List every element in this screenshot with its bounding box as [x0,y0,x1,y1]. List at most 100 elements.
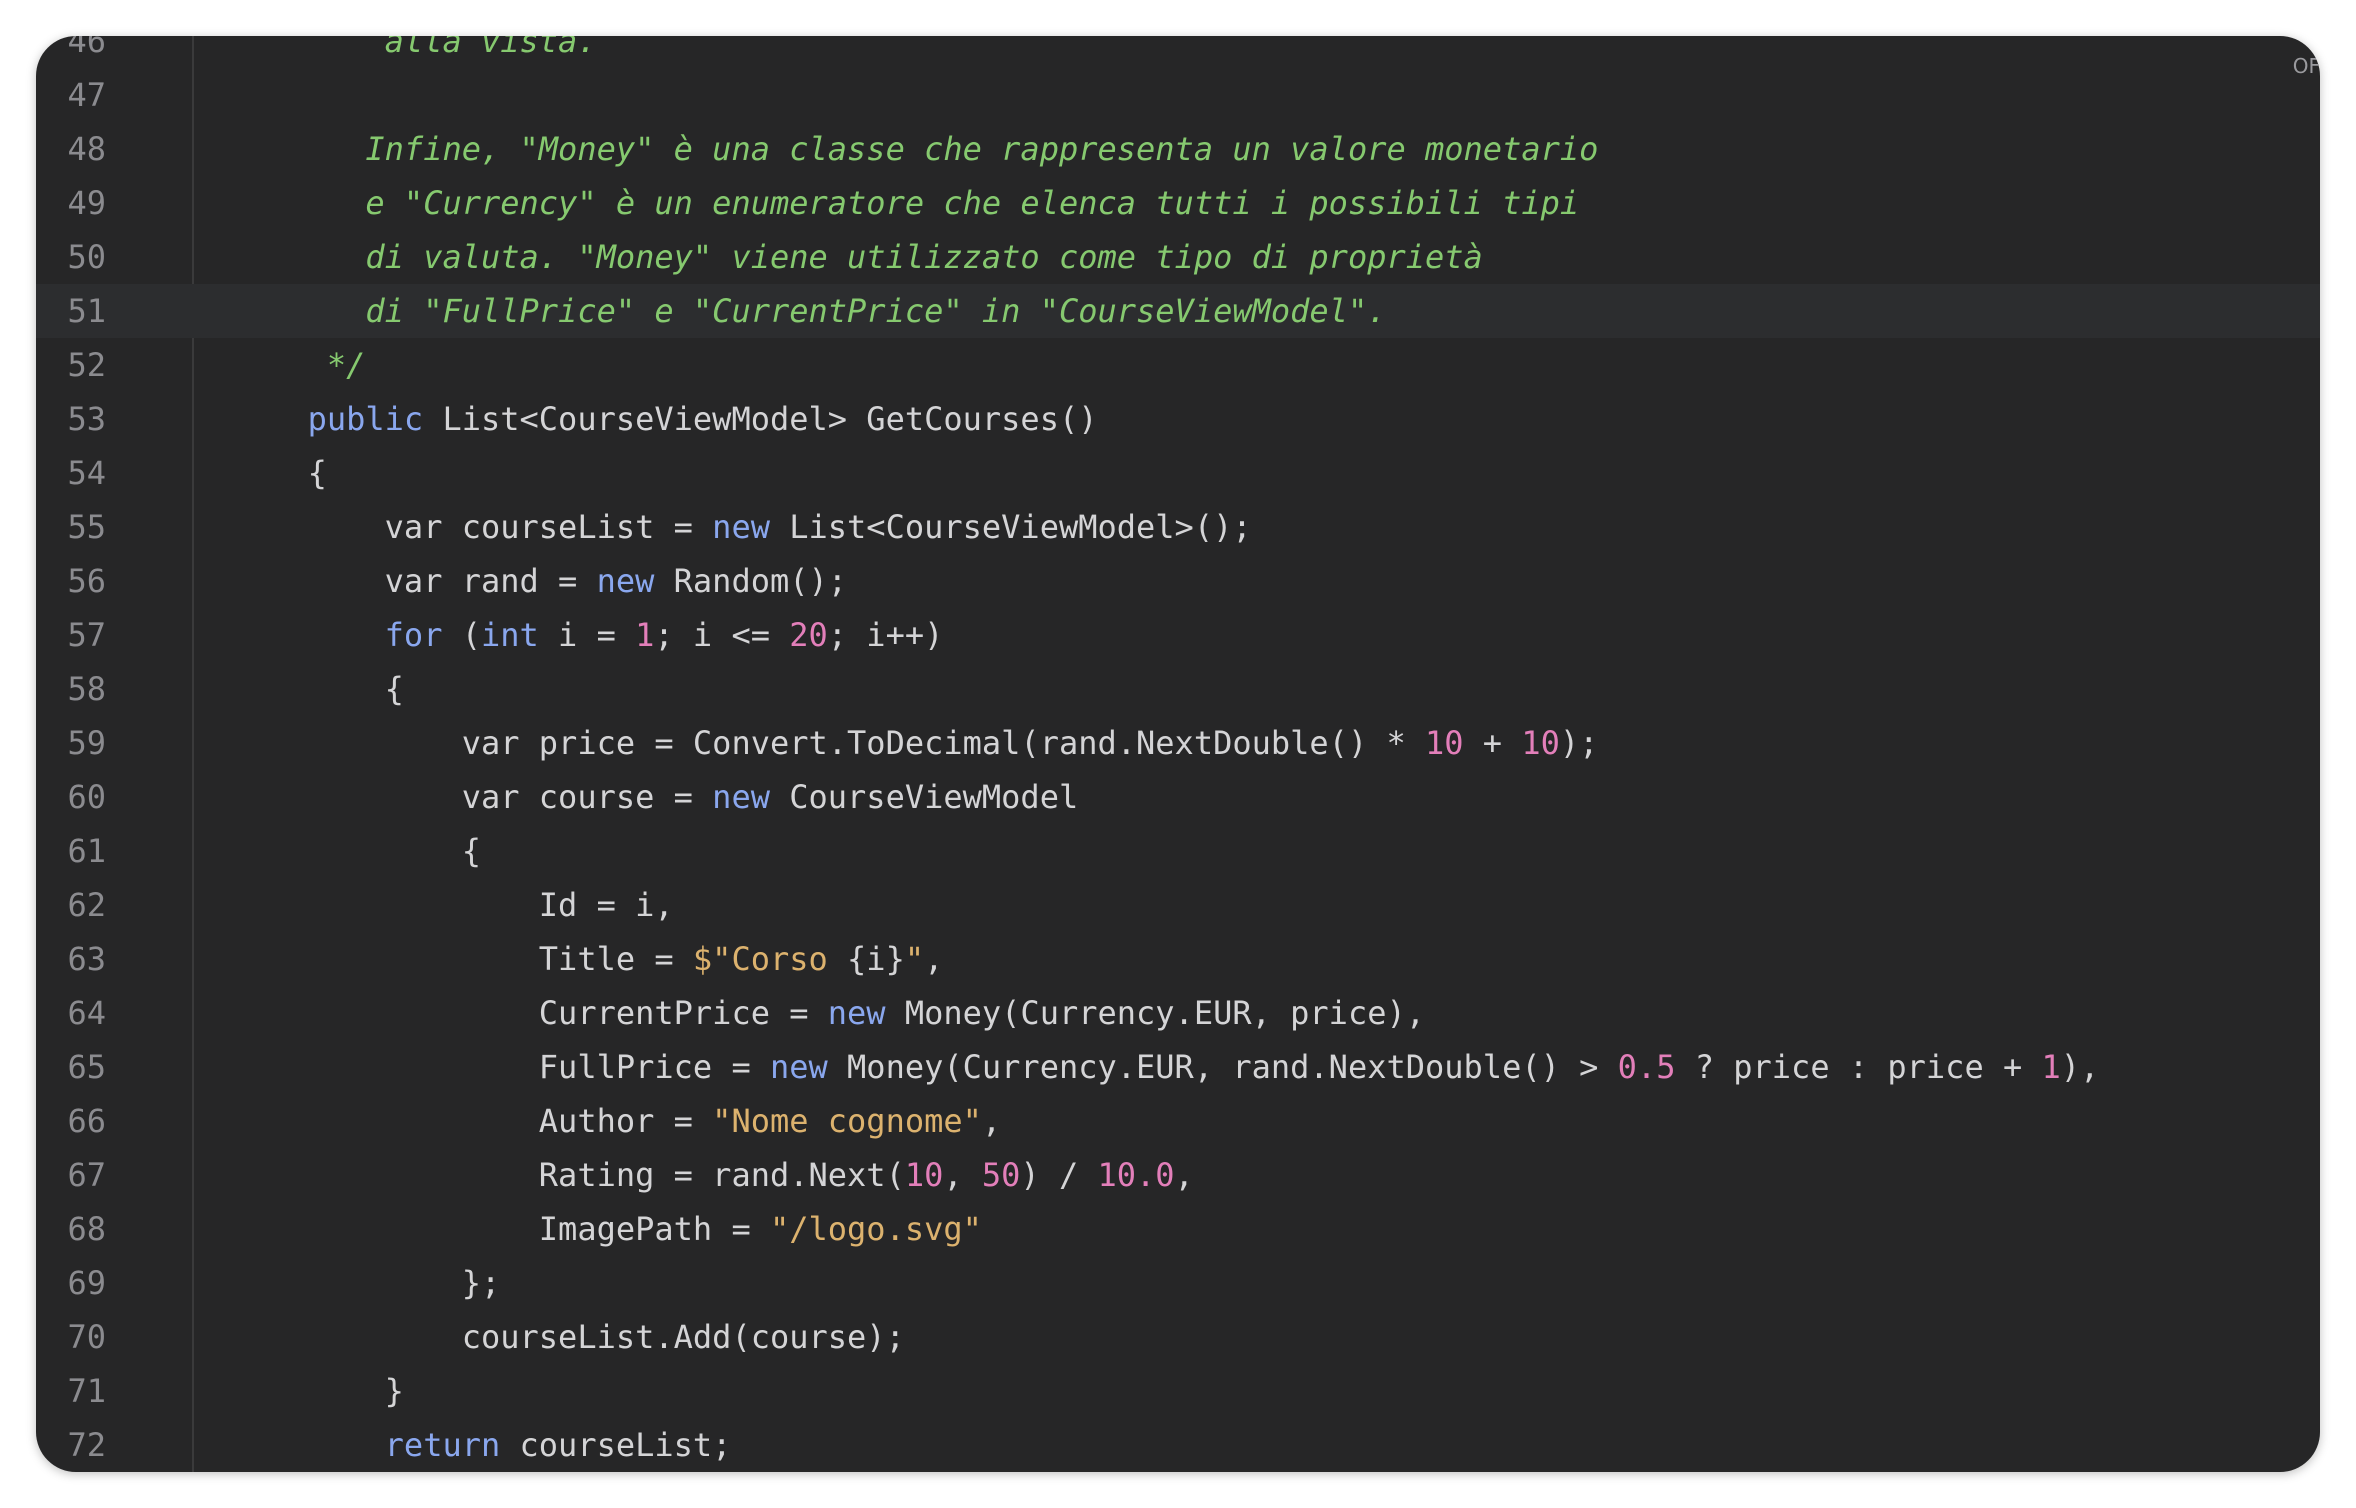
code-line[interactable]: 68 ImagePath = "/logo.svg" [36,1202,2320,1256]
code-line[interactable]: 65 FullPrice = new Money(Currency.EUR, r… [36,1040,2320,1094]
code-line[interactable]: 49 e "Currency" è un enumeratore che ele… [36,176,2320,230]
line-number: 51 [67,292,106,330]
code-line[interactable]: 61 { [36,824,2320,878]
code-token: }; [192,1264,501,1302]
code-text: ImagePath = "/logo.svg" [192,1202,982,1256]
code-token: , [981,1102,1002,1140]
code-token: di "FullPrice" e "CurrentPrice" in "Cour… [192,292,1387,330]
code-text: Infine, "Money" è una classe che rappres… [192,122,1598,176]
line-number: 67 [67,1156,106,1194]
line-number: 68 [67,1210,106,1248]
line-number: 61 [67,832,106,870]
code-token: ImagePath = [192,1210,770,1248]
code-token: 20 [789,616,828,654]
code-token: Author = [192,1102,713,1140]
code-token: e "Currency" è un enumeratore che elenca… [192,184,1580,222]
code-token: 0.5 [1617,1048,1676,1086]
code-token: ? price : price + [1675,1048,2042,1086]
code-token: List<CourseViewModel>(); [769,508,1252,546]
code-line[interactable]: 71 } [36,1364,2320,1418]
code-token: ( [442,616,481,654]
line-number: 53 [67,400,106,438]
code-line[interactable]: 46 alla vista. [36,36,2320,68]
code-line[interactable]: 48 Infine, "Money" è una classe che rapp… [36,122,2320,176]
code-line[interactable]: 67 Rating = rand.Next(10, 50) / 10.0, [36,1148,2320,1202]
code-token: 10 [904,1156,944,1194]
code-line[interactable]: 70 courseList.Add(course); [36,1310,2320,1364]
code-line[interactable]: 58 { [36,662,2320,716]
line-number: 46 [67,36,106,60]
code-token: Money(Currency.EUR, price), [885,994,1425,1032]
line-number: 69 [67,1264,106,1302]
code-token: return [384,1426,501,1464]
code-token: di valuta. "Money" viene utilizzato come… [192,238,1483,276]
code-line[interactable]: 66 Author = "Nome cognome", [36,1094,2320,1148]
code-line[interactable]: 63 Title = $"Corso {i}", [36,932,2320,986]
line-number: 66 [67,1102,106,1140]
code-text: } [192,1364,404,1418]
code-line[interactable]: 60 var course = new CourseViewModel [36,770,2320,824]
code-token: + [1463,724,1522,762]
line-number: 58 [67,670,106,708]
code-line[interactable]: 55 var courseList = new List<CourseViewM… [36,500,2320,554]
code-token: var courseList = [192,508,713,546]
code-token: var rand = [192,562,597,600]
code-token: Title = [192,940,693,978]
code-line[interactable]: 62 Id = i, [36,878,2320,932]
code-token: , [924,940,944,978]
line-number: 57 [67,616,106,654]
code-text: { [192,446,327,500]
code-text: var courseList = new List<CourseViewMode… [192,500,1252,554]
code-editor-window: 46 alla vista. 47 48 Infine, "Money" è una… [36,36,2320,1472]
code-text: e "Currency" è un enumeratore che elenca… [192,176,1579,230]
line-number: 50 [67,238,106,276]
code-line[interactable]: 64 CurrentPrice = new Money(Currency.EUR… [36,986,2320,1040]
code-text: di valuta. "Money" viene utilizzato come… [192,230,1483,284]
code-token: int [480,616,539,654]
code-token: public [307,400,424,438]
code-token: Rating = rand.Next( [192,1156,905,1194]
code-line[interactable]: 56 var rand = new Random(); [36,554,2320,608]
code-token: ) / [1020,1156,1098,1194]
code-token: ); [1559,724,1599,762]
code-token: ), [2060,1048,2100,1086]
code-token: {i} [847,940,905,978]
code-area[interactable]: 46 alla vista. 47 48 Infine, "Money" è una… [36,36,2320,1472]
code-text: return courseList; [192,1418,732,1472]
code-line[interactable]: 69 }; [36,1256,2320,1310]
code-text: courseList.Add(course); [192,1310,905,1364]
code-token: $"Corso [692,940,848,978]
code-token: alla vista. [192,36,597,60]
code-token: "/logo.svg" [769,1210,982,1248]
code-line[interactable]: 50 di valuta. "Money" viene utilizzato c… [36,230,2320,284]
code-token: Infine, "Money" è una classe che rappres… [192,130,1599,168]
line-number: 52 [67,346,106,384]
code-text: var price = Convert.ToDecimal(rand.NextD… [192,716,1599,770]
line-number: 64 [67,994,106,1032]
code-token: courseList.Add(course); [192,1318,905,1356]
code-token: { [192,454,327,492]
code-text: var rand = new Random(); [192,554,847,608]
code-line[interactable]: 47 [36,68,2320,122]
code-line[interactable]: 57 for (int i = 1; i <= 20; i++) [36,608,2320,662]
code-text: Title = $"Corso {i}", [192,932,944,986]
code-line[interactable]: 53 public List<CourseViewModel> GetCours… [36,392,2320,446]
code-text: }; [192,1256,501,1310]
code-line[interactable]: 54 { [36,446,2320,500]
code-line[interactable]: 52 */ [36,338,2320,392]
code-token: i = [538,616,636,654]
code-token: new [712,508,770,546]
code-line[interactable]: 59 var price = Convert.ToDecimal(rand.Ne… [36,716,2320,770]
corner-label: OF [2292,54,2320,78]
line-number: 72 [67,1426,106,1464]
code-token: */ [192,346,366,384]
code-token: FullPrice = [192,1048,770,1086]
code-text: CurrentPrice = new Money(Currency.EUR, p… [192,986,1425,1040]
code-token: 1 [635,616,655,654]
code-line[interactable]: 72 return courseList; [36,1418,2320,1472]
line-number: 71 [67,1372,106,1410]
code-token: " [904,940,925,978]
code-line[interactable]: 51 di "FullPrice" e "CurrentPrice" in "C… [36,284,2320,338]
